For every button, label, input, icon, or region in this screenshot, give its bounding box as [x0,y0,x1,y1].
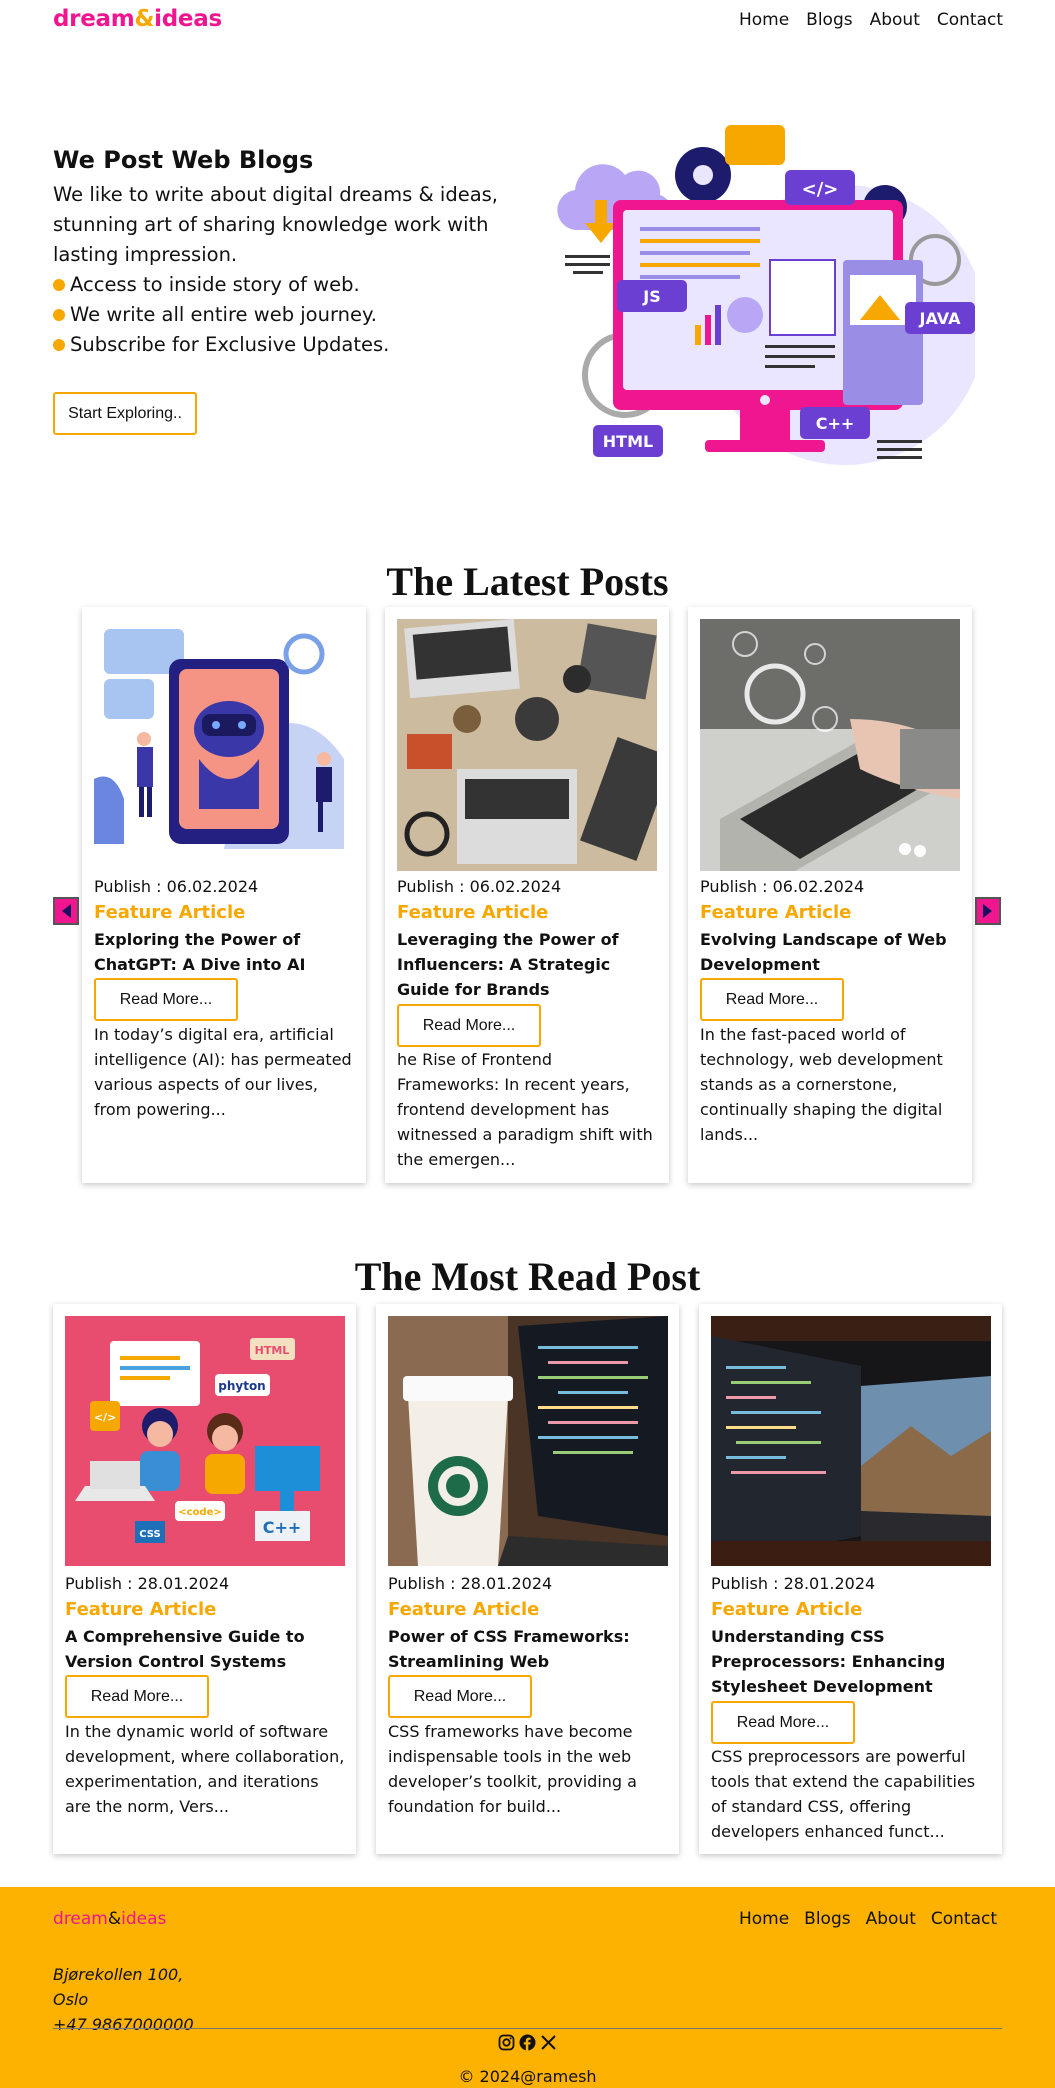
logo[interactable]: dream&ideas [53,6,222,32]
nav-links: Home Blogs About Contact [739,10,1003,30]
most-read-title: The Most Read Post [354,1254,701,1299]
post-excerpt: CSS preprocessors are powerful tools tha… [711,1747,976,1841]
read-more-button[interactable]: Read More... [65,1675,209,1718]
card-image: HTML phyton </> <code> CSS C++ [65,1316,345,1566]
footer-logo-amp: & [107,1909,122,1929]
arrow-right-icon [983,904,992,918]
card-image [711,1316,991,1566]
post-card: Publish : 28.01.2024 Feature Article Pow… [376,1304,679,1854]
footer-divider [53,2028,1002,2029]
latest-posts-title: The Latest Posts [386,559,669,604]
hero-bullet: We write all entire web journey. [53,300,389,330]
nav-contact[interactable]: Contact [937,10,1003,30]
card-image [700,619,960,871]
footer-logo-part2: ideas [121,1909,167,1929]
post-excerpt: CSS frameworks have become indispensable… [388,1722,637,1816]
read-more-button[interactable]: Read More... [711,1701,855,1744]
post-card: Publish : 06.02.2024 Feature Article Evo… [688,607,972,1183]
cpp-tag-label: C++ [263,1518,302,1537]
post-title[interactable]: Evolving Landscape of Web Development [700,927,962,977]
post-title[interactable]: Understanding CSS Preprocessors: Enhanci… [711,1624,993,1699]
css-tag-label: CSS [139,1529,160,1540]
arrow-left-icon [62,904,71,918]
facebook-icon[interactable] [519,2034,536,2051]
hero-bullet: Access to inside story of web. [53,270,389,300]
publish-date: Publish : 06.02.2024 [397,877,562,896]
logo-part2: ideas [154,6,222,32]
html-tag-label: HTML [255,1344,290,1357]
address-line: Bjørekollen 100, [53,1965,184,1984]
instagram-icon[interactable] [498,2034,515,2051]
post-excerpt: he Rise of Frontend Frameworks: In recen… [397,1050,653,1169]
carousel-prev-button[interactable] [53,897,79,925]
cpp-label: C++ [816,414,855,433]
footer-address: Bjørekollen 100, Oslo +47 9867000000 [53,1962,194,2037]
code-tag-label: </> [94,1411,116,1424]
logo-part1: dream [53,6,135,32]
footer-nav-home[interactable]: Home [739,1909,789,1929]
footer-links: Home Blogs About Contact [739,1909,997,1929]
footer-logo-part1: dream [53,1909,108,1929]
category-label: Feature Article [388,1599,540,1620]
nav-blogs[interactable]: Blogs [806,10,852,30]
publish-date: Publish : 28.01.2024 [711,1574,876,1593]
code-tag-label: <code> [178,1507,222,1518]
category-label: Feature Article [397,902,549,923]
read-more-button[interactable]: Read More... [94,978,238,1021]
hero-title: We Post Web Blogs [53,146,314,174]
publish-date: Publish : 28.01.2024 [65,1574,230,1593]
card-image [388,1316,668,1566]
carousel-next-button[interactable] [975,897,1001,925]
post-excerpt: In the dynamic world of software develop… [65,1722,345,1816]
read-more-button[interactable]: Read More... [700,978,844,1021]
post-card: Publish : 06.02.2024 Feature Article Lev… [385,607,669,1183]
post-title[interactable]: A Comprehensive Guide to Version Control… [65,1624,347,1674]
code-tag-label: </> [802,179,839,200]
hero-bullet: Subscribe for Exclusive Updates. [53,330,389,360]
post-excerpt: In today’s digital era, artificial intel… [94,1025,352,1119]
java-label: JAVA [919,309,962,328]
post-excerpt: In the fast-paced world of technology, w… [700,1025,943,1144]
card-image [397,619,657,871]
post-card: HTML phyton </> <code> CSS C++ Publish :… [53,1304,356,1854]
python-tag-label: phyton [218,1379,265,1393]
read-more-button[interactable]: Read More... [397,1004,541,1047]
footer-logo[interactable]: dream&ideas [53,1909,166,1929]
footer-nav-contact[interactable]: Contact [931,1909,997,1929]
hero-text: We like to write about digital dreams & … [53,183,498,266]
social-links [0,2034,1055,2051]
footer-nav-blogs[interactable]: Blogs [804,1909,850,1929]
footer: dream&ideas Home Blogs About Contact Bjø… [0,1887,1055,2088]
copyright: © 2024@ramesh [458,2067,597,2086]
publish-date: Publish : 06.02.2024 [94,877,259,896]
category-label: Feature Article [700,902,852,923]
category-label: Feature Article [65,1599,217,1620]
publish-date: Publish : 28.01.2024 [388,1574,553,1593]
post-card: Publish : 28.01.2024 Feature Article Und… [699,1304,1002,1854]
card-image [94,619,354,851]
read-more-button[interactable]: Read More... [388,1675,532,1718]
top-nav: dream&ideas Home Blogs About Contact [0,0,1055,44]
nav-about[interactable]: About [870,10,920,30]
logo-amp: & [134,6,155,32]
category-label: Feature Article [711,1599,863,1620]
x-icon[interactable] [540,2034,557,2051]
publish-date: Publish : 06.02.2024 [700,877,865,896]
footer-nav-about[interactable]: About [866,1909,916,1929]
post-title[interactable]: Leveraging the Power of Influencers: A S… [397,927,659,1002]
category-label: Feature Article [94,902,246,923]
nav-home[interactable]: Home [739,10,789,30]
html-label: HTML [603,432,653,451]
post-card: Publish : 06.02.2024 Feature Article Exp… [82,607,366,1183]
start-exploring-button[interactable]: Start Exploring.. [53,392,197,435]
address-line: Oslo [53,1990,89,2009]
js-label: JS [642,287,660,306]
post-title[interactable]: Exploring the Power of ChatGPT: A Dive i… [94,927,356,977]
hero-bullets: Access to inside story of web. We write … [53,270,389,360]
hero-illustration: </> JS JAVA HTML C++ [557,125,975,465]
